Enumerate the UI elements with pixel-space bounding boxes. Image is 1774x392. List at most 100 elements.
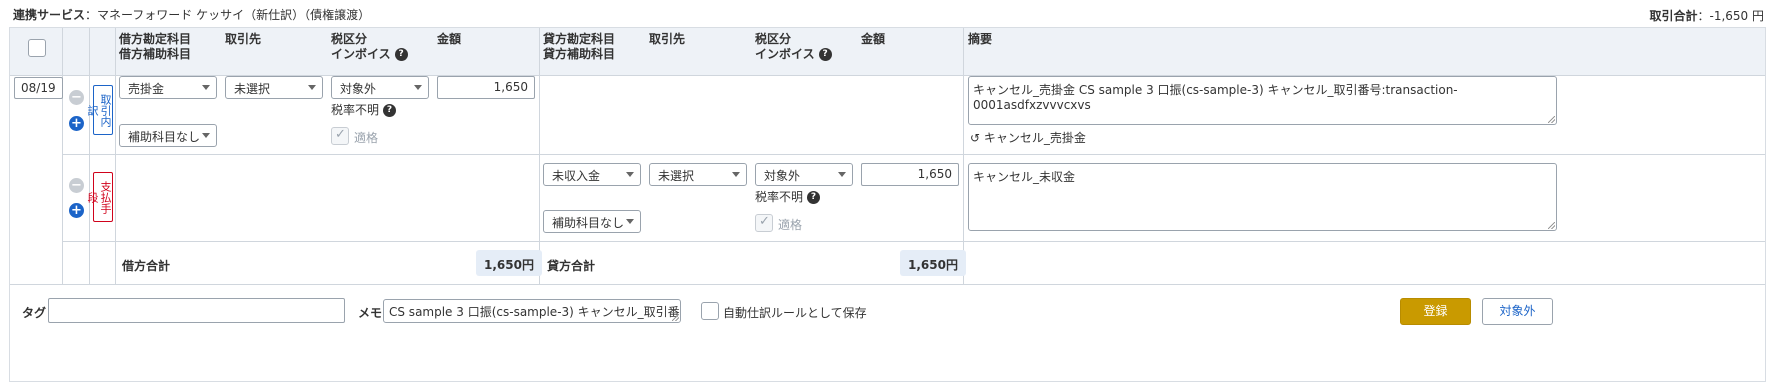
debit-partner-select[interactable]: 未選択: [225, 76, 323, 99]
resize-grip-icon[interactable]: [1548, 222, 1555, 229]
help-icon[interactable]: ?: [394, 48, 408, 61]
plus-circle-icon[interactable]: +: [69, 116, 84, 131]
header-invoice-2-label: インボイス: [755, 47, 815, 61]
header-partner: 取引先: [225, 32, 262, 46]
divider: [115, 28, 116, 284]
credit-eligible-label: 適格: [778, 218, 803, 232]
credit-tax-value: 対象外: [764, 169, 801, 183]
undo-icon: ↺: [970, 131, 981, 145]
debit-sub-account-value: 補助科目なし: [128, 130, 201, 144]
header-debit-account: 借方勘定科目: [119, 32, 192, 46]
chevron-down-icon: [626, 219, 634, 224]
divider: [89, 28, 90, 284]
help-icon[interactable]: ?: [383, 104, 397, 117]
memo-label: メモ: [358, 306, 383, 320]
chevron-down-icon: [626, 172, 634, 177]
select-all-checkbox[interactable]: [28, 39, 46, 57]
transaction-total-value: ：-1,650 円: [1697, 9, 1765, 23]
payment-tag: 支払手段: [86, 172, 113, 222]
service-info: 連携サービス：マネーフォワード ケッサイ（新仕訳）（債権譲渡）: [13, 6, 370, 23]
chevron-down-icon: [202, 133, 210, 138]
debit-memo-text: キャンセル_売掛金 CS sample 3 口振(cs-sample-3) キャ…: [973, 83, 1458, 112]
debit-tax-select[interactable]: 対象外: [331, 76, 429, 99]
credit-memo-textarea[interactable]: キャンセル_未収金: [968, 163, 1557, 231]
debit-account-value: 売掛金: [128, 82, 165, 96]
transaction-total: 取引合計：-1,650 円: [1649, 7, 1764, 24]
credit-sub-account-select[interactable]: 補助科目なし: [543, 210, 641, 233]
chevron-down-icon: [838, 172, 846, 177]
revert-label: キャンセル_売掛金: [983, 131, 1086, 145]
minus-circle-icon[interactable]: −: [69, 178, 84, 193]
credit-rate-unknown-label: 税率不明: [755, 190, 804, 204]
debit-memo-textarea[interactable]: キャンセル_売掛金 CS sample 3 口振(cs-sample-3) キャ…: [968, 76, 1557, 125]
credit-memo-text: キャンセル_未収金: [973, 170, 1076, 184]
service-value: ：マネーフォワード ケッサイ（新仕訳）（債権譲渡）: [85, 8, 371, 22]
service-label: 連携サービス: [13, 8, 86, 22]
header-memo: 摘要: [968, 32, 993, 46]
auto-rule-checkbox[interactable]: [701, 302, 719, 320]
debit-amount-input[interactable]: 1,650: [437, 76, 535, 99]
minus-circle-icon[interactable]: −: [69, 90, 84, 105]
header-debit-sub: 借方補助科目: [119, 47, 192, 61]
resize-grip-icon[interactable]: [672, 314, 679, 321]
auto-rule-label[interactable]: 自動仕訳ルールとして保存: [723, 304, 867, 321]
debit-tax-value: 対象外: [340, 82, 377, 96]
header-amount-2: 金額: [861, 32, 886, 46]
divider: [539, 28, 540, 284]
header-amount: 金額: [437, 32, 462, 46]
debit-eligible-label: 適格: [354, 131, 379, 145]
plus-circle-icon[interactable]: +: [69, 203, 84, 218]
help-icon[interactable]: ?: [807, 191, 821, 204]
header-invoice: インボイス?: [331, 46, 408, 62]
credit-account-value: 未収入金: [552, 169, 601, 183]
row-divider: [62, 241, 1765, 242]
header-partner-2: 取引先: [649, 32, 686, 46]
row-divider: [10, 284, 1765, 285]
chevron-down-icon: [414, 85, 422, 90]
detail-tag: 取引内訳: [86, 85, 113, 135]
header-invoice-label: インボイス: [331, 47, 391, 61]
debit-eligible-checkbox[interactable]: [331, 127, 349, 145]
register-button[interactable]: 登録: [1400, 298, 1471, 325]
credit-sub-account-value: 補助科目なし: [552, 216, 625, 230]
debit-rate-unknown: 税率不明?: [331, 101, 397, 118]
revert-link[interactable]: ↺ キャンセル_売掛金: [970, 129, 1086, 146]
memo-input[interactable]: CS sample 3 口振(cs-sample-3) キャンセル_取引番: [383, 299, 681, 323]
divider: [963, 28, 964, 284]
credit-rate-unknown: 税率不明?: [755, 188, 821, 205]
debit-total-value: 1,650円: [476, 250, 542, 276]
debit-total-label: 借方合計: [122, 259, 171, 273]
debit-partner-value: 未選択: [234, 82, 271, 96]
chevron-down-icon: [202, 85, 210, 90]
debit-sub-account-select[interactable]: 補助科目なし: [119, 124, 217, 147]
credit-eligible-checkbox[interactable]: [755, 214, 773, 232]
credit-partner-select[interactable]: 未選択: [649, 163, 747, 186]
header-invoice-2: インボイス?: [755, 46, 832, 62]
header-credit-account: 貸方勘定科目: [543, 32, 616, 46]
help-icon[interactable]: ?: [818, 48, 832, 61]
chevron-down-icon: [732, 172, 740, 177]
journal-entry-panel: 借方勘定科目 借方補助科目 取引先 税区分 インボイス? 金額 貸方勘定科目 貸…: [9, 27, 1766, 382]
credit-partner-value: 未選択: [658, 169, 695, 183]
credit-account-select[interactable]: 未収入金: [543, 163, 641, 186]
exclude-button[interactable]: 対象外: [1482, 298, 1553, 325]
memo-input-text: CS sample 3 口振(cs-sample-3) キャンセル_取引番: [389, 305, 680, 319]
header-tax: 税区分: [331, 32, 368, 46]
divider: [62, 28, 63, 284]
table-header: 借方勘定科目 借方補助科目 取引先 税区分 インボイス? 金額 貸方勘定科目 貸…: [10, 28, 1765, 76]
chevron-down-icon: [308, 85, 316, 90]
tag-label: タグ: [22, 306, 47, 320]
credit-total-label: 貸方合計: [547, 259, 596, 273]
credit-amount-input[interactable]: 1,650: [861, 163, 959, 186]
row-divider: [62, 154, 1765, 155]
top-bar: 連携サービス：マネーフォワード ケッサイ（新仕訳）（債権譲渡） 取引合計：-1,…: [0, 0, 1774, 27]
resize-grip-icon[interactable]: [1548, 116, 1555, 123]
credit-total-value: 1,650円: [900, 250, 966, 276]
date-input[interactable]: 08/19: [14, 77, 63, 99]
header-tax-2: 税区分: [755, 32, 792, 46]
debit-account-select[interactable]: 売掛金: [119, 76, 217, 99]
debit-rate-unknown-label: 税率不明: [331, 103, 380, 117]
credit-tax-select[interactable]: 対象外: [755, 163, 853, 186]
header-credit-sub: 貸方補助科目: [543, 47, 616, 61]
tag-input[interactable]: [48, 298, 345, 323]
